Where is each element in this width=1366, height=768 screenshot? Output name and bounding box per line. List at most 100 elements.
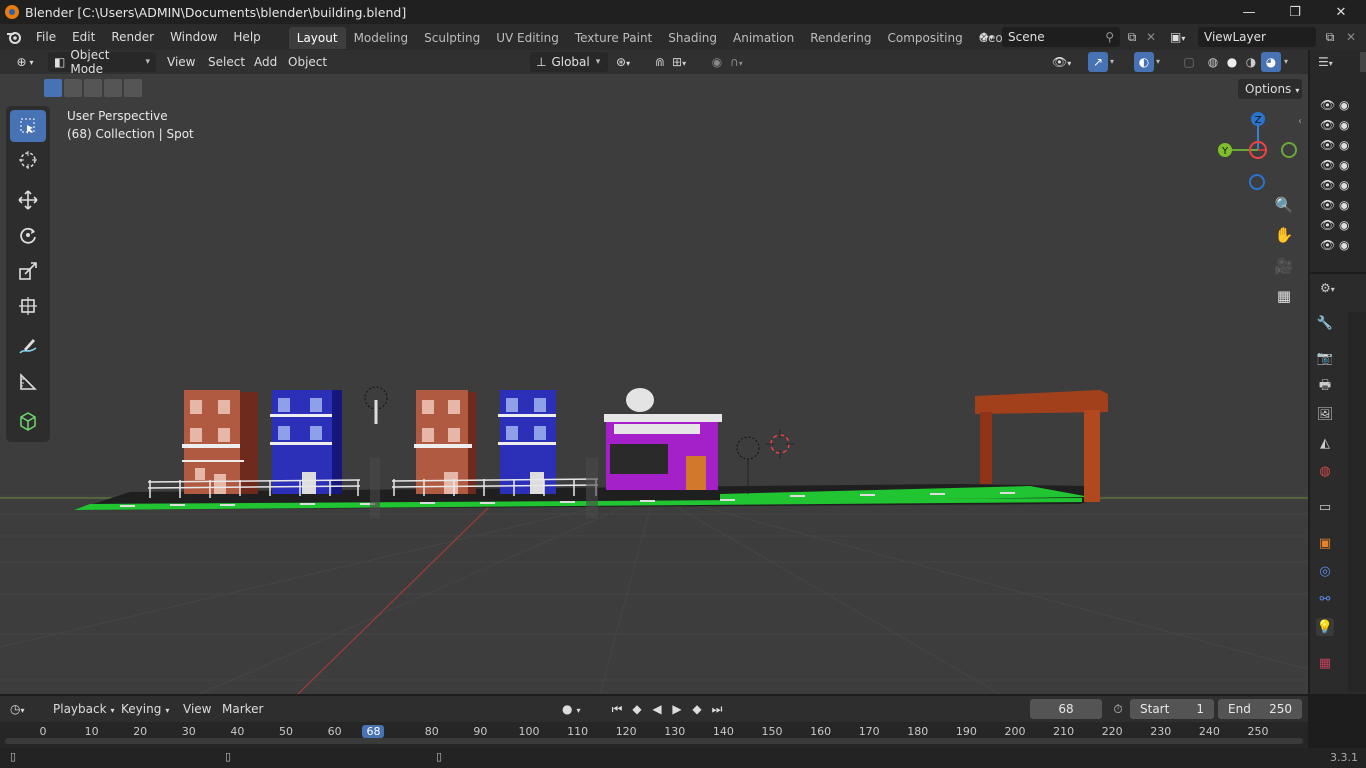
gizmo-toggle-icon[interactable]: ↗ (1088, 52, 1108, 72)
chevron-down-icon: ▾ (595, 57, 601, 67)
overlay-options-chevron[interactable]: ▾ (1156, 52, 1170, 72)
outliner-editor-icon[interactable]: ☰▾ (1318, 52, 1352, 72)
eye-icon[interactable]: 👁 ◉ (1320, 98, 1360, 118)
editor-type-icon[interactable]: ⊕ ▾ (8, 52, 42, 72)
play-icon[interactable]: ▶ (668, 699, 686, 719)
start-frame-field[interactable]: Start 1 (1130, 699, 1214, 719)
navigation-gizmo[interactable]: Z Y (1210, 112, 1306, 196)
outliner-filter-icon[interactable] (1360, 52, 1366, 72)
tab-rendering[interactable]: Rendering (802, 27, 879, 49)
current-frame-field[interactable]: 68 (1030, 699, 1102, 719)
scene-properties-icon[interactable]: ◭ (1316, 434, 1334, 452)
tab-sculpting[interactable]: Sculpting (416, 27, 488, 49)
timeline-view-menu[interactable]: View (183, 699, 211, 719)
eye-icon[interactable]: 👁 ◉ (1320, 138, 1360, 158)
menu-object[interactable]: Object (281, 50, 334, 74)
viewlayer-field[interactable]: ViewLayer (1198, 27, 1316, 47)
new-scene-icon[interactable]: ⧉ (1122, 27, 1142, 47)
preview-range-icon[interactable]: ⏱ (1108, 699, 1128, 719)
eye-icon[interactable]: 👁 ◉ (1320, 178, 1360, 198)
jump-end-icon[interactable]: ⏭ (708, 699, 726, 719)
maximize-button[interactable]: ❐ (1272, 0, 1318, 24)
perspective-toggle-icon[interactable]: ▦ (1270, 282, 1298, 310)
auto-keying-icon[interactable]: ● ▾ (562, 699, 596, 719)
orientation-dropdown[interactable]: ⊥ Global ▾ (530, 52, 608, 72)
3d-viewport[interactable]: Options ▾ User Perspective (68) Collectio… (0, 74, 1308, 694)
texture-properties-icon[interactable]: ▦ (1316, 654, 1334, 672)
tab-modeling[interactable]: Modeling (346, 27, 417, 49)
play-reverse-icon[interactable]: ◀ (648, 699, 666, 719)
light-data-properties-icon[interactable]: 💡 (1316, 618, 1334, 636)
menu-view[interactable]: View (160, 50, 202, 74)
tab-compositing[interactable]: Compositing (879, 27, 970, 49)
marker-menu[interactable]: Marker (222, 699, 263, 719)
keying-menu[interactable]: Keying ▾ (121, 699, 169, 719)
jump-start-icon[interactable]: ⏮ (608, 699, 626, 719)
eye-icon[interactable]: 👁 ◉ (1320, 118, 1360, 138)
minimize-button[interactable]: — (1226, 0, 1272, 24)
eye-icon[interactable]: 👁 ◉ (1320, 198, 1360, 218)
mode-dropdown[interactable]: ◧ Object Mode ▾ (48, 48, 156, 76)
output-properties-icon[interactable]: 🖶 (1316, 378, 1334, 396)
scene-field[interactable]: Scene ⚲ (1002, 27, 1120, 47)
snap-icon[interactable]: ⋒ (650, 52, 670, 72)
viewlayer-browse-icon[interactable]: ▣▾ (1170, 27, 1196, 47)
tab-shading[interactable]: Shading (660, 27, 725, 49)
solid-shading-icon[interactable]: ● (1223, 52, 1241, 72)
proportional-edit-icon[interactable]: ◉ (708, 52, 726, 72)
menu-render[interactable]: Render (103, 24, 162, 50)
close-button[interactable]: ✕ (1318, 0, 1364, 24)
snap-target-icon[interactable]: ⊞▾ (672, 52, 702, 72)
eye-icon[interactable]: 👁 ◉ (1320, 218, 1360, 238)
menu-file[interactable]: File (28, 24, 64, 50)
properties-editor-icon[interactable]: ⚙▾ (1320, 278, 1350, 298)
physics-properties-icon[interactable]: ◎ (1316, 562, 1334, 580)
tab-layout[interactable]: Layout (288, 27, 346, 49)
scene-browse-icon[interactable]: ❖ ▾ (972, 27, 1000, 47)
eye-icon[interactable]: 👁 ◉ (1320, 238, 1360, 258)
material-shading-icon[interactable]: ◑ (1242, 52, 1260, 72)
collection-properties-icon[interactable]: ▭ (1316, 498, 1334, 516)
pivot-point-icon[interactable]: ⊛▾ (616, 52, 644, 72)
menu-select[interactable]: Select (201, 50, 252, 74)
visibility-icon[interactable]: 👁▾ (1052, 52, 1082, 72)
overlay-toggle-icon[interactable]: ◐ (1134, 52, 1154, 72)
eye-icon[interactable]: 👁 ◉ (1320, 158, 1360, 178)
xray-icon[interactable]: ▢ (1180, 52, 1198, 72)
playhead-frame-label[interactable]: 68 (362, 725, 385, 738)
end-frame-field[interactable]: End 250 (1218, 699, 1302, 719)
gizmo-options-chevron[interactable]: ▾ (1110, 52, 1124, 72)
sidebar-toggle-chevron[interactable]: ‹ (1298, 116, 1308, 130)
tool-properties-icon[interactable]: 🔧 (1316, 314, 1334, 332)
menu-window[interactable]: Window (162, 24, 225, 50)
delete-viewlayer-icon[interactable]: ✕ (1342, 27, 1360, 47)
shading-options-chevron[interactable]: ▾ (1284, 52, 1298, 72)
render-properties-icon[interactable]: 📷 (1316, 349, 1334, 367)
zoom-icon[interactable]: 🔍 (1270, 191, 1298, 219)
jump-keyframe-back-icon[interactable]: ◆ (628, 699, 646, 719)
view-layer-properties-icon[interactable]: 🖼 (1316, 405, 1334, 423)
menu-edit[interactable]: Edit (64, 24, 103, 50)
tab-texture-paint[interactable]: Texture Paint (567, 27, 660, 49)
pan-hand-icon[interactable]: ✋ (1270, 221, 1298, 249)
object-properties-icon[interactable]: ▣ (1316, 534, 1334, 552)
rendered-shading-icon[interactable]: ◕ (1261, 52, 1281, 72)
constraints-properties-icon[interactable]: ⚯ (1316, 590, 1334, 608)
timeline-ruler[interactable]: 0 10 20 30 40 50 60 68 80 90 100 110 120 130 140 150 160… (0, 722, 1308, 748)
timeline-scrollbar[interactable] (5, 738, 1303, 744)
tab-animation[interactable]: Animation (725, 27, 802, 49)
world-properties-icon[interactable]: ◍ (1316, 462, 1334, 480)
delete-scene-icon[interactable]: ✕ (1142, 27, 1160, 47)
tab-uv-editing[interactable]: UV Editing (488, 27, 567, 49)
falloff-icon[interactable]: ∩▾ (730, 52, 756, 72)
timeline-editor-icon[interactable]: ◷▾ (10, 699, 40, 719)
menu-help[interactable]: Help (225, 24, 268, 50)
pin-icon[interactable]: ⚲ (1105, 27, 1114, 47)
blender-menu-icon[interactable] (0, 30, 28, 44)
playback-menu[interactable]: Playback ▾ (53, 699, 115, 719)
wireframe-shading-icon[interactable]: ◍ (1204, 52, 1222, 72)
jump-keyframe-forward-icon[interactable]: ◆ (688, 699, 706, 719)
new-viewlayer-icon[interactable]: ⧉ (1320, 27, 1340, 47)
menu-add[interactable]: Add (247, 50, 284, 74)
camera-view-icon[interactable]: 🎥 (1270, 252, 1298, 280)
